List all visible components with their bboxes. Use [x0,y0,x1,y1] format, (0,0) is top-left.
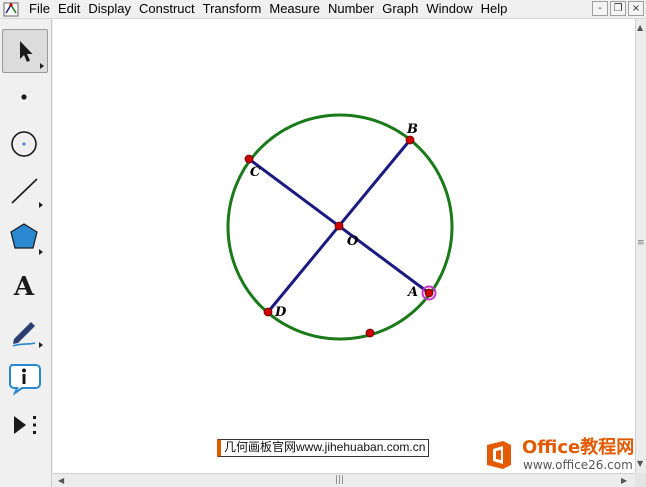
arrow-select-icon [20,41,44,69]
menu: File Edit Display Construct Transform Me… [26,0,512,19]
tool-compass[interactable] [2,122,48,166]
close-button[interactable]: × [628,1,644,16]
label-c: C [250,165,261,180]
menu-measure[interactable]: Measure [266,0,325,19]
info-icon [8,364,41,396]
horizontal-scrollbar[interactable]: ◀ ||| ▶ [53,473,635,487]
window-buttons: - ❐ × [592,1,644,16]
point-c[interactable] [244,154,254,164]
tool-text[interactable]: A [2,263,48,307]
restore-button[interactable]: ❐ [610,1,626,16]
tool-marker[interactable] [2,309,48,353]
custom-tool-icon [14,416,36,434]
office-logo-icon [487,441,511,469]
menu-help[interactable]: Help [478,0,513,19]
menu-display[interactable]: Display [85,0,136,19]
logo-title: Office教程网 [522,437,635,458]
tool-polygon[interactable] [2,216,48,260]
scroll-up-icon[interactable]: ▲ [637,23,643,33]
geometry-sketch: B C O A D [226,113,454,341]
menu-transform[interactable]: Transform [200,0,267,19]
menu-bar: File Edit Display Construct Transform Me… [0,0,646,19]
scroll-left-icon[interactable]: ◀ [58,476,64,486]
tool-point[interactable] [2,75,48,119]
point-o[interactable] [334,221,344,231]
polygon-icon [10,223,43,255]
scroll-grip-h-icon[interactable]: ||| [335,476,344,485]
line-segment-icon [11,178,43,208]
compass-circle-icon [11,131,37,157]
point-icon [21,94,27,100]
scroll-down-icon[interactable]: ▼ [637,459,643,469]
text-tool-label: A [13,272,35,302]
label-d: D [274,305,287,320]
point-on-circle[interactable] [365,328,375,338]
label-b: B [406,122,418,137]
point-b[interactable] [405,135,415,145]
tool-custom[interactable] [2,403,48,447]
scroll-right-icon[interactable]: ▶ [621,476,627,486]
menu-construct[interactable]: Construct [136,0,200,19]
toolbox: A [0,19,52,487]
sketch-canvas[interactable]: B C O A D [53,19,635,473]
scroll-corner [635,473,646,487]
tool-arrow[interactable] [2,29,48,73]
minimize-button[interactable]: - [592,1,608,16]
menu-graph[interactable]: Graph [379,0,423,19]
marker-pen-icon [12,322,43,348]
point-d[interactable] [263,307,273,317]
scroll-grip-icon[interactable]: ≡ [637,239,645,248]
menu-number[interactable]: Number [325,0,379,19]
label-a: A [406,285,418,300]
label-o: O [347,234,359,249]
point-a[interactable] [424,288,434,298]
menu-file[interactable]: File [26,0,55,19]
app-icon[interactable] [3,2,19,17]
tool-information[interactable] [2,356,48,400]
tool-straightedge[interactable] [2,169,48,213]
vertical-scrollbar[interactable]: ▲ ≡ ▼ [635,19,646,473]
text-a-icon: A [13,272,35,302]
site-watermark: 几何画板官网www.jihehuaban.com.cn [217,439,430,457]
menu-edit[interactable]: Edit [55,0,85,19]
logo-url: www.office26.com [523,458,633,472]
menu-window[interactable]: Window [423,0,477,19]
